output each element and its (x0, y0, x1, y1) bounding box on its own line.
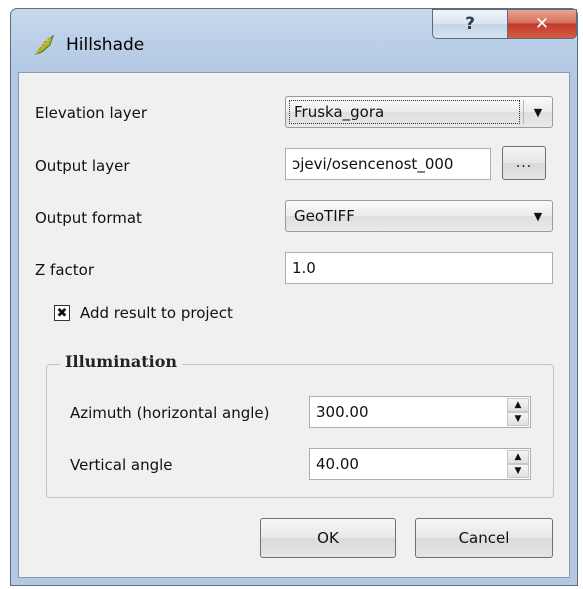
window-title: Hillshade (66, 35, 145, 55)
z-factor-label: Z factor (35, 261, 94, 279)
z-factor-input[interactable]: 1.0 (285, 252, 553, 284)
illumination-title: Illumination (60, 352, 183, 371)
add-result-checkbox[interactable]: ✖ (54, 305, 70, 321)
chevron-down-icon: ▼ (533, 105, 543, 119)
help-icon: ? (465, 14, 475, 34)
chevron-down-icon: ▼ (533, 209, 543, 223)
close-button[interactable]: ✕ (507, 9, 577, 39)
cancel-button[interactable]: Cancel (415, 518, 553, 558)
browse-button[interactable]: ... (502, 146, 546, 180)
spin-down-icon[interactable]: ▼ (507, 412, 529, 426)
output-format-combo[interactable]: GeoTIFF ▼ (285, 200, 553, 232)
spin-arrows-icon[interactable]: ▲ ▼ (507, 450, 529, 478)
output-layer-label: Output layer (35, 157, 130, 175)
vertical-angle-spinbox[interactable]: 40.00 ▲ ▼ (309, 448, 531, 480)
vertical-angle-label: Vertical angle (70, 456, 173, 474)
azimuth-spinbox[interactable]: 300.00 ▲ ▼ (309, 396, 531, 428)
ok-button[interactable]: OK (260, 518, 396, 558)
qgis-leaf-icon (34, 34, 54, 55)
elevation-layer-value: Fruska_gora (294, 103, 385, 121)
spin-up-icon[interactable]: ▲ (507, 450, 529, 464)
output-format-label: Output format (35, 209, 142, 227)
add-result-label[interactable]: Add result to project (80, 304, 233, 322)
azimuth-label: Azimuth (horizontal angle) (70, 404, 270, 422)
title-bar[interactable]: Hillshade ? ✕ (11, 9, 577, 73)
checkmark-icon: ✖ (56, 305, 68, 321)
vertical-angle-value: 40.00 (316, 455, 359, 473)
spin-down-icon[interactable]: ▼ (507, 464, 529, 478)
output-format-value: GeoTIFF (294, 207, 355, 225)
spin-arrows-icon[interactable]: ▲ ▼ (507, 398, 529, 426)
help-button[interactable]: ? (432, 9, 508, 39)
spin-up-icon[interactable]: ▲ (507, 398, 529, 412)
elevation-layer-combo[interactable]: Fruska_gora ▼ (285, 96, 553, 128)
azimuth-value: 300.00 (316, 403, 369, 421)
close-icon: ✕ (534, 14, 550, 34)
output-layer-input[interactable]: ɔjevi/osencenost_000 (285, 148, 491, 180)
elevation-layer-label: Elevation layer (35, 104, 148, 122)
